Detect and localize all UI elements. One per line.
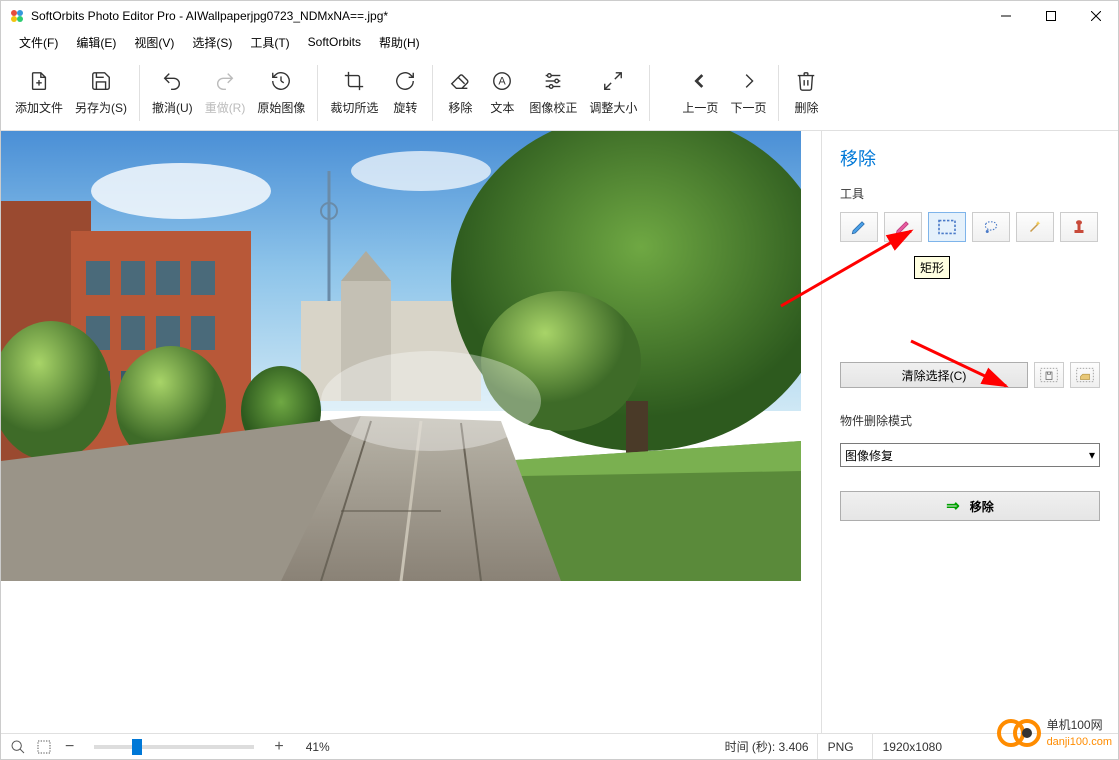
redo-label: 重做(R) xyxy=(205,99,246,116)
trash-icon xyxy=(794,69,818,93)
menu-help[interactable]: 帮助(H) xyxy=(371,32,428,53)
add-file-icon xyxy=(27,69,51,93)
original-label: 原始图像 xyxy=(257,99,305,116)
close-button[interactable] xyxy=(1073,1,1118,31)
delete-label: 删除 xyxy=(794,99,818,116)
panel-title: 移除 xyxy=(840,145,1100,171)
resize-icon xyxy=(601,69,625,93)
dimensions-label: 1920x1080 xyxy=(872,734,952,759)
statusbar: − + 41% 时间 (秒): 3.406 PNG 1920x1080 xyxy=(1,733,1118,759)
titlebar: SoftOrbits Photo Editor Pro - AIWallpape… xyxy=(1,1,1118,31)
text-button[interactable]: A 文本 xyxy=(481,65,523,120)
stamp-tool[interactable] xyxy=(1060,212,1098,242)
separator xyxy=(317,65,318,121)
separator xyxy=(778,65,779,121)
eraser-icon xyxy=(448,69,472,93)
tools-label: 工具 xyxy=(840,185,1100,202)
remove-tool-label: 移除 xyxy=(448,99,472,116)
arrow-right-icon: ⇒ xyxy=(946,496,959,516)
watermark-text: 单机100网danji100.com xyxy=(1047,717,1112,749)
watermark: 单机100网danji100.com xyxy=(997,711,1112,755)
fit-screen-icon[interactable] xyxy=(35,738,53,756)
mode-label: 物件删除模式 xyxy=(840,412,1100,429)
menu-softorbits[interactable]: SoftOrbits xyxy=(300,33,369,51)
next-button[interactable]: 下一页 xyxy=(724,65,772,120)
remove-action-button[interactable]: ⇒ 移除 xyxy=(840,491,1100,521)
menu-view[interactable]: 视图(V) xyxy=(126,32,182,53)
rotate-button[interactable]: 旋转 xyxy=(384,65,426,120)
next-label: 下一页 xyxy=(730,99,766,116)
rectangle-tool[interactable] xyxy=(928,212,966,242)
zoom-value: 41% xyxy=(306,740,330,754)
redo-button: 重做(R) xyxy=(199,65,252,120)
next-icon xyxy=(736,69,760,93)
lasso-tool[interactable] xyxy=(972,212,1010,242)
time-label: 时间 (秒): 3.406 xyxy=(725,738,809,755)
crop-icon xyxy=(342,69,366,93)
add-file-button[interactable]: 添加文件 xyxy=(9,65,69,120)
menu-select[interactable]: 选择(S) xyxy=(184,32,240,53)
separator xyxy=(432,65,433,121)
remove-action-label: 移除 xyxy=(970,498,994,515)
annotation-arrow-2 xyxy=(901,331,1021,401)
correction-button[interactable]: 图像校正 xyxy=(523,65,583,120)
redo-icon xyxy=(213,69,237,93)
canvas-area xyxy=(1,131,822,733)
format-label: PNG xyxy=(817,734,864,759)
history-icon xyxy=(269,69,293,93)
undo-button[interactable]: 撤消(U) xyxy=(146,65,199,120)
crop-label: 裁切所选 xyxy=(330,99,378,116)
prev-icon xyxy=(688,69,712,93)
watermark-logo-icon xyxy=(997,711,1041,755)
zoom-in-button[interactable]: + xyxy=(270,738,287,756)
correction-label: 图像校正 xyxy=(529,99,577,116)
text-icon: A xyxy=(490,69,514,93)
mode-dropdown[interactable]: 图像修复 ▾ xyxy=(840,443,1100,467)
annotation-arrow-1 xyxy=(771,216,931,316)
menubar: 文件(F) 编辑(E) 视图(V) 选择(S) 工具(T) SoftOrbits… xyxy=(1,31,1118,53)
menu-file[interactable]: 文件(F) xyxy=(11,32,66,53)
separator xyxy=(649,65,650,121)
app-icon xyxy=(9,8,25,24)
resize-button[interactable]: 调整大小 xyxy=(583,65,643,120)
crop-button[interactable]: 裁切所选 xyxy=(324,65,384,120)
zoom-slider[interactable] xyxy=(94,745,254,749)
zoom-reset-icon[interactable] xyxy=(9,738,27,756)
text-label: 文本 xyxy=(490,99,514,116)
prev-button[interactable]: 上一页 xyxy=(676,65,724,120)
chevron-down-icon: ▾ xyxy=(1089,448,1095,462)
menu-edit[interactable]: 编辑(E) xyxy=(68,32,124,53)
separator xyxy=(139,65,140,121)
save-as-button[interactable]: 另存为(S) xyxy=(69,65,133,120)
adjust-icon xyxy=(541,69,565,93)
save-icon xyxy=(89,69,113,93)
add-file-label: 添加文件 xyxy=(15,99,63,116)
window-title: SoftOrbits Photo Editor Pro - AIWallpape… xyxy=(31,9,388,23)
zoom-thumb[interactable] xyxy=(132,739,142,755)
resize-label: 调整大小 xyxy=(589,99,637,116)
minimize-button[interactable] xyxy=(983,1,1028,31)
menu-tools[interactable]: 工具(T) xyxy=(242,32,297,53)
original-button[interactable]: 原始图像 xyxy=(251,65,311,120)
prev-label: 上一页 xyxy=(682,99,718,116)
remove-tool-button[interactable]: 移除 xyxy=(439,65,481,120)
image-canvas[interactable] xyxy=(1,131,801,581)
magic-wand-tool[interactable] xyxy=(1016,212,1054,242)
save-as-label: 另存为(S) xyxy=(75,99,127,116)
delete-button[interactable]: 删除 xyxy=(785,65,827,120)
rotate-label: 旋转 xyxy=(393,99,417,116)
toolbar: 添加文件 另存为(S) 撤消(U) 重做(R) 原始图像 裁切所选 旋转 xyxy=(1,53,1118,131)
zoom-out-button[interactable]: − xyxy=(61,738,78,756)
undo-icon xyxy=(160,69,184,93)
save-selection-button[interactable] xyxy=(1034,362,1064,388)
window-controls xyxy=(983,1,1118,31)
svg-text:A: A xyxy=(499,76,507,88)
main-area: 移除 工具 清除选择(C) 物件删除模式 图像修复 ▾ ⇒ 移除 xyxy=(1,131,1118,733)
mode-value: 图像修复 xyxy=(845,447,893,464)
undo-label: 撤消(U) xyxy=(152,99,193,116)
load-selection-button[interactable] xyxy=(1070,362,1100,388)
maximize-button[interactable] xyxy=(1028,1,1073,31)
rotate-icon xyxy=(393,69,417,93)
